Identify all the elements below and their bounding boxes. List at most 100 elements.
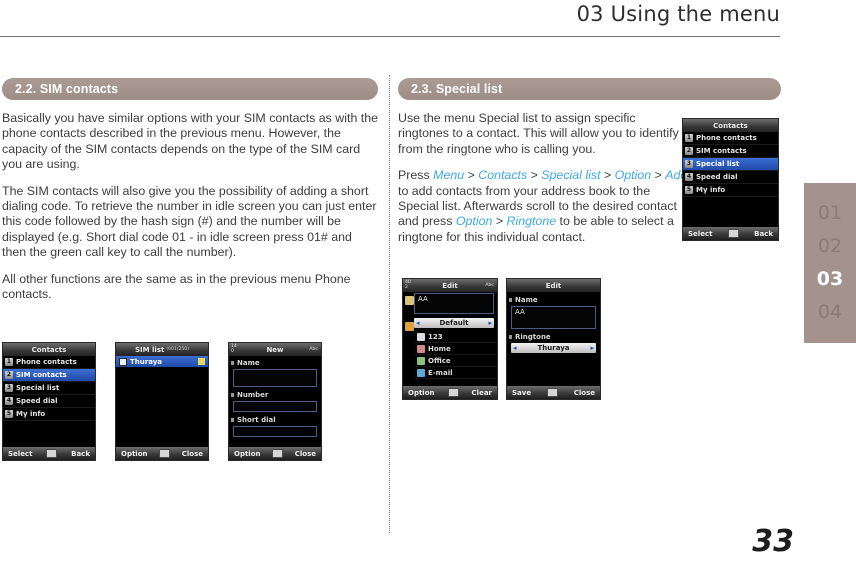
screen-body: AA ◂ Default ▸ 123 Home Office E-mail	[403, 293, 497, 388]
keyword-menu: Menu	[433, 168, 465, 183]
screen-body: 1 Phone contacts 2 SIM contacts 3 Specia…	[683, 132, 778, 228]
menu-item-special-list[interactable]: 3 Special list	[3, 382, 95, 395]
screenshot-edit-contact: 40 2 Edit Abc AA ◂ Default ▸ 123 Home Of…	[402, 278, 498, 400]
menu-item-phone-contacts[interactable]: 1 Phone contacts	[683, 132, 778, 145]
screen-titlebar: 14 0 New Abc	[229, 343, 321, 356]
envelope-icon	[46, 449, 58, 458]
softkey-right[interactable]: Clear	[472, 389, 492, 397]
softkey-left[interactable]: Option	[408, 389, 435, 397]
screen-title: New	[266, 345, 284, 354]
separator: >	[527, 168, 542, 183]
menu-item-speed-dial[interactable]: 4 Speed dial	[683, 171, 778, 184]
field-input-name[interactable]	[233, 369, 317, 387]
keyword-contacts: Contacts	[478, 168, 528, 183]
menu-item-my-info[interactable]: 5 My info	[683, 184, 778, 197]
header-divider	[0, 36, 780, 37]
softkey-left[interactable]: Option	[121, 450, 148, 458]
softkey-right[interactable]: Close	[182, 450, 203, 458]
screen-title: SIM list	[134, 345, 165, 354]
menu-item-special-list[interactable]: 3 Special list	[683, 158, 778, 171]
menu-item-my-info[interactable]: 5 My info	[3, 408, 95, 421]
field-row-number[interactable]: 123	[414, 331, 497, 343]
softkey-bar: Option Clear	[403, 386, 497, 399]
envelope-icon	[447, 388, 459, 397]
char-count-current: 0	[231, 349, 234, 354]
item-number: 4	[685, 173, 693, 181]
chapter-tab-03[interactable]: 03	[804, 263, 856, 296]
menu-item-phone-contacts[interactable]: 1 Phone contacts	[3, 356, 95, 369]
item-label: Special list	[16, 384, 60, 392]
item-number: 1	[685, 134, 693, 142]
item-number: 5	[685, 186, 693, 194]
paragraph-other-functions: All other functions are the same as in t…	[2, 271, 351, 302]
item-number: 3	[5, 384, 13, 392]
field-input-name[interactable]: AA	[511, 306, 596, 329]
paragraph-special-list-steps: Press Menu > Contacts > Special list > O…	[398, 168, 688, 245]
envelope-icon	[727, 229, 739, 238]
checkbox-icon[interactable]	[119, 357, 127, 366]
envelope-icon	[159, 449, 171, 458]
screen-titlebar: 40 2 Edit Abc	[403, 279, 497, 292]
sim-contact-name: Thuraya	[130, 357, 162, 366]
field-input-contact-name[interactable]: AA	[414, 293, 494, 314]
keyword-special-list: Special list	[541, 168, 601, 183]
chapter-tab-04[interactable]: 04	[804, 296, 856, 329]
field-input-short-dial[interactable]	[233, 426, 317, 437]
item-label: Phone contacts	[16, 358, 77, 366]
screen-titlebar: Contacts	[3, 343, 95, 356]
item-label: Phone contacts	[696, 134, 757, 142]
chevron-left-icon[interactable]: ◂	[513, 344, 517, 352]
menu-item-sim-contacts[interactable]: 2 SIM contacts	[683, 145, 778, 158]
person-icon	[405, 296, 414, 305]
item-number: 4	[5, 397, 13, 405]
softkey-left[interactable]: Option	[234, 450, 261, 458]
field-label-short-dial: Short dial	[229, 415, 321, 425]
chevron-right-icon[interactable]: ▸	[590, 344, 594, 352]
separator: >	[651, 168, 666, 183]
item-label: Special list	[696, 160, 740, 168]
item-label: SIM contacts	[16, 371, 67, 379]
item-number: 1	[5, 358, 13, 366]
softkey-bar: Save Close	[507, 386, 600, 399]
screen-title: Contacts	[31, 345, 67, 354]
sim-contact-row[interactable]: Thuraya	[116, 356, 208, 367]
separator: >	[600, 168, 615, 183]
screenshot-sim-list: SIM list (001/250) Thuraya Option Close	[115, 342, 209, 461]
screen-body: Thuraya	[116, 356, 208, 448]
chapter-tab-01[interactable]: 01	[804, 197, 856, 230]
paragraph-special-list-intro: Use the menu Special list to assign spec…	[398, 111, 679, 156]
field-label-name: Name	[229, 358, 321, 368]
softkey-bar: Select Back	[3, 447, 95, 460]
softkey-right[interactable]: Back	[71, 450, 90, 458]
softkey-right[interactable]: Back	[754, 230, 773, 238]
screen-body: Name Number Short dial	[229, 356, 321, 450]
char-count-current: 2	[405, 285, 408, 290]
phone-icon	[417, 332, 425, 341]
softkey-left[interactable]: Select	[8, 450, 32, 458]
softkey-right[interactable]: Close	[574, 389, 595, 397]
softkey-right[interactable]: Close	[295, 450, 316, 458]
paragraph-sim-overview: Basically you have similar options with …	[2, 111, 379, 172]
softkey-bar: Option Close	[229, 447, 321, 460]
chevron-left-icon[interactable]: ◂	[416, 319, 420, 327]
page-title: 03 Using the menu	[576, 2, 780, 26]
field-row-email[interactable]: E-mail	[414, 367, 497, 379]
screen-titlebar: SIM list (001/250)	[116, 343, 208, 356]
chevron-right-icon[interactable]: ▸	[488, 319, 492, 327]
ringtone-value: Thuraya	[537, 344, 570, 352]
group-selector[interactable]: ◂ Default ▸	[414, 318, 494, 328]
softkey-left[interactable]: Select	[688, 230, 712, 238]
menu-item-speed-dial[interactable]: 4 Speed dial	[3, 395, 95, 408]
softkey-left[interactable]: Save	[512, 389, 531, 397]
field-row-home[interactable]: Home	[414, 343, 497, 355]
office-icon	[417, 356, 425, 365]
edit-icon	[546, 388, 558, 397]
item-number: 2	[5, 371, 13, 379]
chapter-tab-02[interactable]: 02	[804, 230, 856, 263]
field-input-number[interactable]	[233, 401, 317, 412]
screen-body: Name AA Ringtone ◂ Thuraya ▸	[507, 292, 600, 390]
menu-item-sim-contacts[interactable]: 2 SIM contacts	[3, 369, 95, 382]
ringtone-selector[interactable]: ◂ Thuraya ▸	[511, 343, 596, 353]
field-row-label: 123	[428, 332, 443, 341]
field-row-office[interactable]: Office	[414, 355, 497, 367]
